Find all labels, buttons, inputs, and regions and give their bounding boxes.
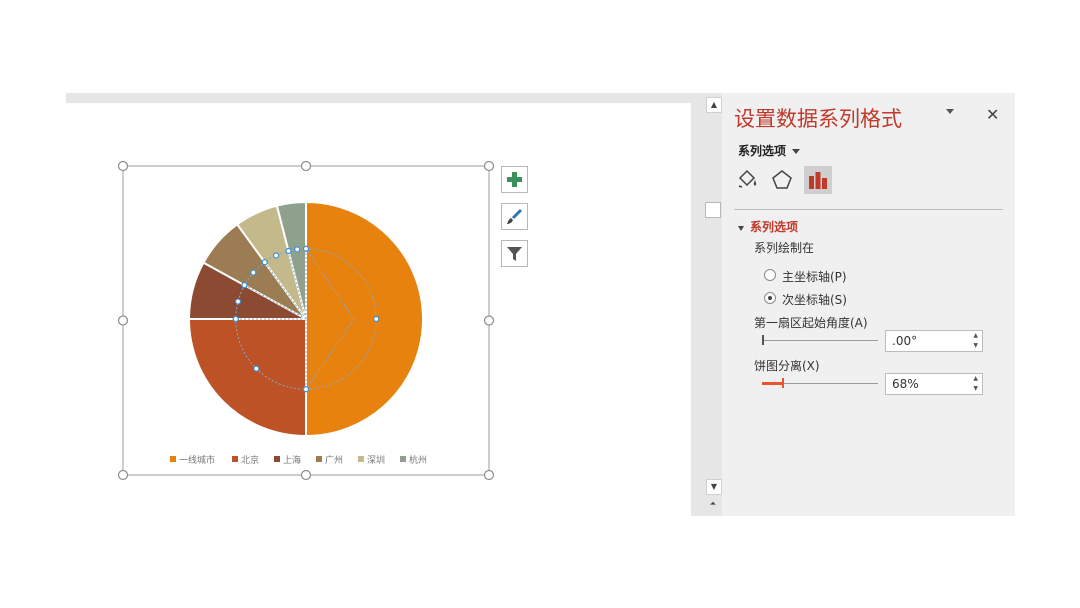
filter-icon — [507, 247, 522, 261]
resize-handle[interactable] — [117, 315, 129, 326]
spin-up-icon[interactable]: ▲ — [973, 331, 978, 341]
first-slice-angle-input[interactable]: .00° ▲ ▼ — [885, 330, 983, 352]
resize-handle[interactable] — [117, 469, 129, 481]
powerpoint-workspace: 一线城市 北京 上海 广州 深圳 杭州 ▲ ▼ ⏶ 设置数据系列格式 ✕ 系列选… — [66, 93, 1015, 516]
secondary-axis-radio[interactable] — [764, 292, 776, 304]
legend-swatch — [170, 456, 176, 462]
slice-point-handle[interactable] — [261, 259, 268, 266]
scroll-up-button[interactable]: ▲ — [706, 97, 722, 113]
close-icon[interactable]: ✕ — [986, 105, 999, 124]
slice-point-handle[interactable] — [302, 245, 310, 252]
pie-slice[interactable] — [305, 200, 424, 438]
legend-label: 广州 — [325, 454, 343, 466]
slice-point-handle[interactable] — [241, 282, 248, 289]
tab-fill-line[interactable] — [734, 166, 762, 194]
tab-series-options[interactable] — [804, 166, 832, 194]
resize-handle[interactable] — [483, 315, 495, 326]
pie-chart[interactable]: 一线城市 北京 上海 广州 深圳 杭州 — [66, 103, 691, 516]
spin-up-icon[interactable]: ▲ — [973, 374, 978, 384]
legend-label: 上海 — [283, 454, 301, 466]
first-slice-angle-slider-thumb[interactable] — [762, 335, 764, 345]
plot-series-on-label: 系列绘制在 — [754, 241, 815, 255]
tab-divider — [734, 209, 1003, 210]
slice-point-handle[interactable] — [285, 247, 292, 255]
scroll-down-button[interactable]: ▼ — [706, 479, 722, 495]
slice-point-handle[interactable] — [234, 298, 242, 305]
legend-label: 深圳 — [367, 455, 385, 466]
primary-axis-label[interactable]: 主坐标轴(P) — [782, 268, 847, 285]
slice-point-handle[interactable] — [373, 315, 380, 323]
chart-elements-button[interactable] — [501, 166, 528, 193]
series-options-icon — [809, 172, 827, 189]
pane-options-dropdown-icon[interactable] — [946, 109, 954, 114]
secondary-axis-label[interactable]: 次坐标轴(S) — [782, 291, 847, 308]
first-slice-angle-value: .00° — [892, 334, 918, 348]
chart-filters-button[interactable] — [501, 240, 528, 267]
explosion-label: 饼图分离(X) — [754, 359, 820, 373]
tab-effects[interactable] — [768, 166, 796, 194]
legend-swatch — [316, 456, 322, 462]
collapse-icon — [738, 226, 744, 231]
first-slice-angle-slider[interactable] — [762, 340, 878, 341]
first-slice-angle-label: 第一扇区起始角度(A) — [754, 316, 868, 330]
resize-handle[interactable] — [117, 160, 129, 172]
slice-point-handle[interactable] — [294, 246, 301, 253]
previous-slide-icon[interactable]: ⏶ — [706, 497, 720, 511]
slice-point-handle[interactable] — [253, 365, 260, 372]
legend-label: 北京 — [241, 454, 259, 466]
explosion-input[interactable]: 68% ▲ ▼ — [885, 373, 983, 395]
resize-handle[interactable] — [483, 160, 495, 172]
spin-down-icon[interactable]: ▼ — [973, 384, 978, 394]
primary-axis-radio[interactable] — [764, 269, 776, 281]
spin-down-icon[interactable]: ▼ — [973, 341, 978, 351]
pane-title: 设置数据系列格式 — [734, 107, 902, 131]
scroll-thumb[interactable] — [705, 202, 721, 218]
legend-swatch — [232, 456, 238, 462]
explosion-slider-fill — [762, 382, 782, 385]
legend-swatch — [358, 456, 364, 462]
resize-handle[interactable] — [483, 469, 495, 481]
series-options-menu[interactable]: 系列选项 — [738, 142, 801, 159]
plus-icon — [507, 172, 522, 187]
series-options-menu-label: 系列选项 — [738, 144, 787, 158]
brush-icon — [507, 209, 522, 224]
legend-swatch — [274, 456, 280, 462]
chart-styles-button[interactable] — [501, 203, 528, 230]
legend-label: 一线城市 — [179, 454, 215, 466]
pie-slice[interactable] — [187, 318, 307, 438]
slide-canvas[interactable]: 一线城市 北京 上海 广州 深圳 杭州 — [66, 103, 691, 516]
vertical-scrollbar[interactable]: ▲ ▼ ⏶ — [704, 93, 722, 516]
legend-label: 杭州 — [409, 454, 427, 466]
section-title: 系列选项 — [750, 220, 799, 234]
chart-legend: 一线城市 北京 上海 广州 深圳 杭州 — [170, 454, 427, 466]
slice-point-handle[interactable] — [232, 315, 239, 323]
legend-swatch — [400, 456, 406, 462]
explosion-slider-thumb[interactable] — [781, 378, 784, 388]
chevron-down-icon — [792, 149, 801, 154]
section-series-options[interactable]: 系列选项 — [738, 218, 798, 235]
format-data-series-pane: 设置数据系列格式 ✕ 系列选项 系列选项 系列绘制在 主坐标轴(P) 次坐标轴(… — [722, 93, 1015, 516]
slice-point-handle[interactable] — [273, 252, 280, 259]
slice-point-handle[interactable] — [302, 386, 310, 393]
effects-icon — [772, 170, 792, 189]
resize-handle[interactable] — [300, 160, 312, 172]
pie-slices[interactable] — [187, 200, 424, 438]
resize-handle[interactable] — [300, 469, 312, 481]
explosion-value: 68% — [892, 377, 919, 391]
slice-point-handle[interactable] — [250, 269, 257, 276]
fill-line-icon — [738, 169, 757, 188]
